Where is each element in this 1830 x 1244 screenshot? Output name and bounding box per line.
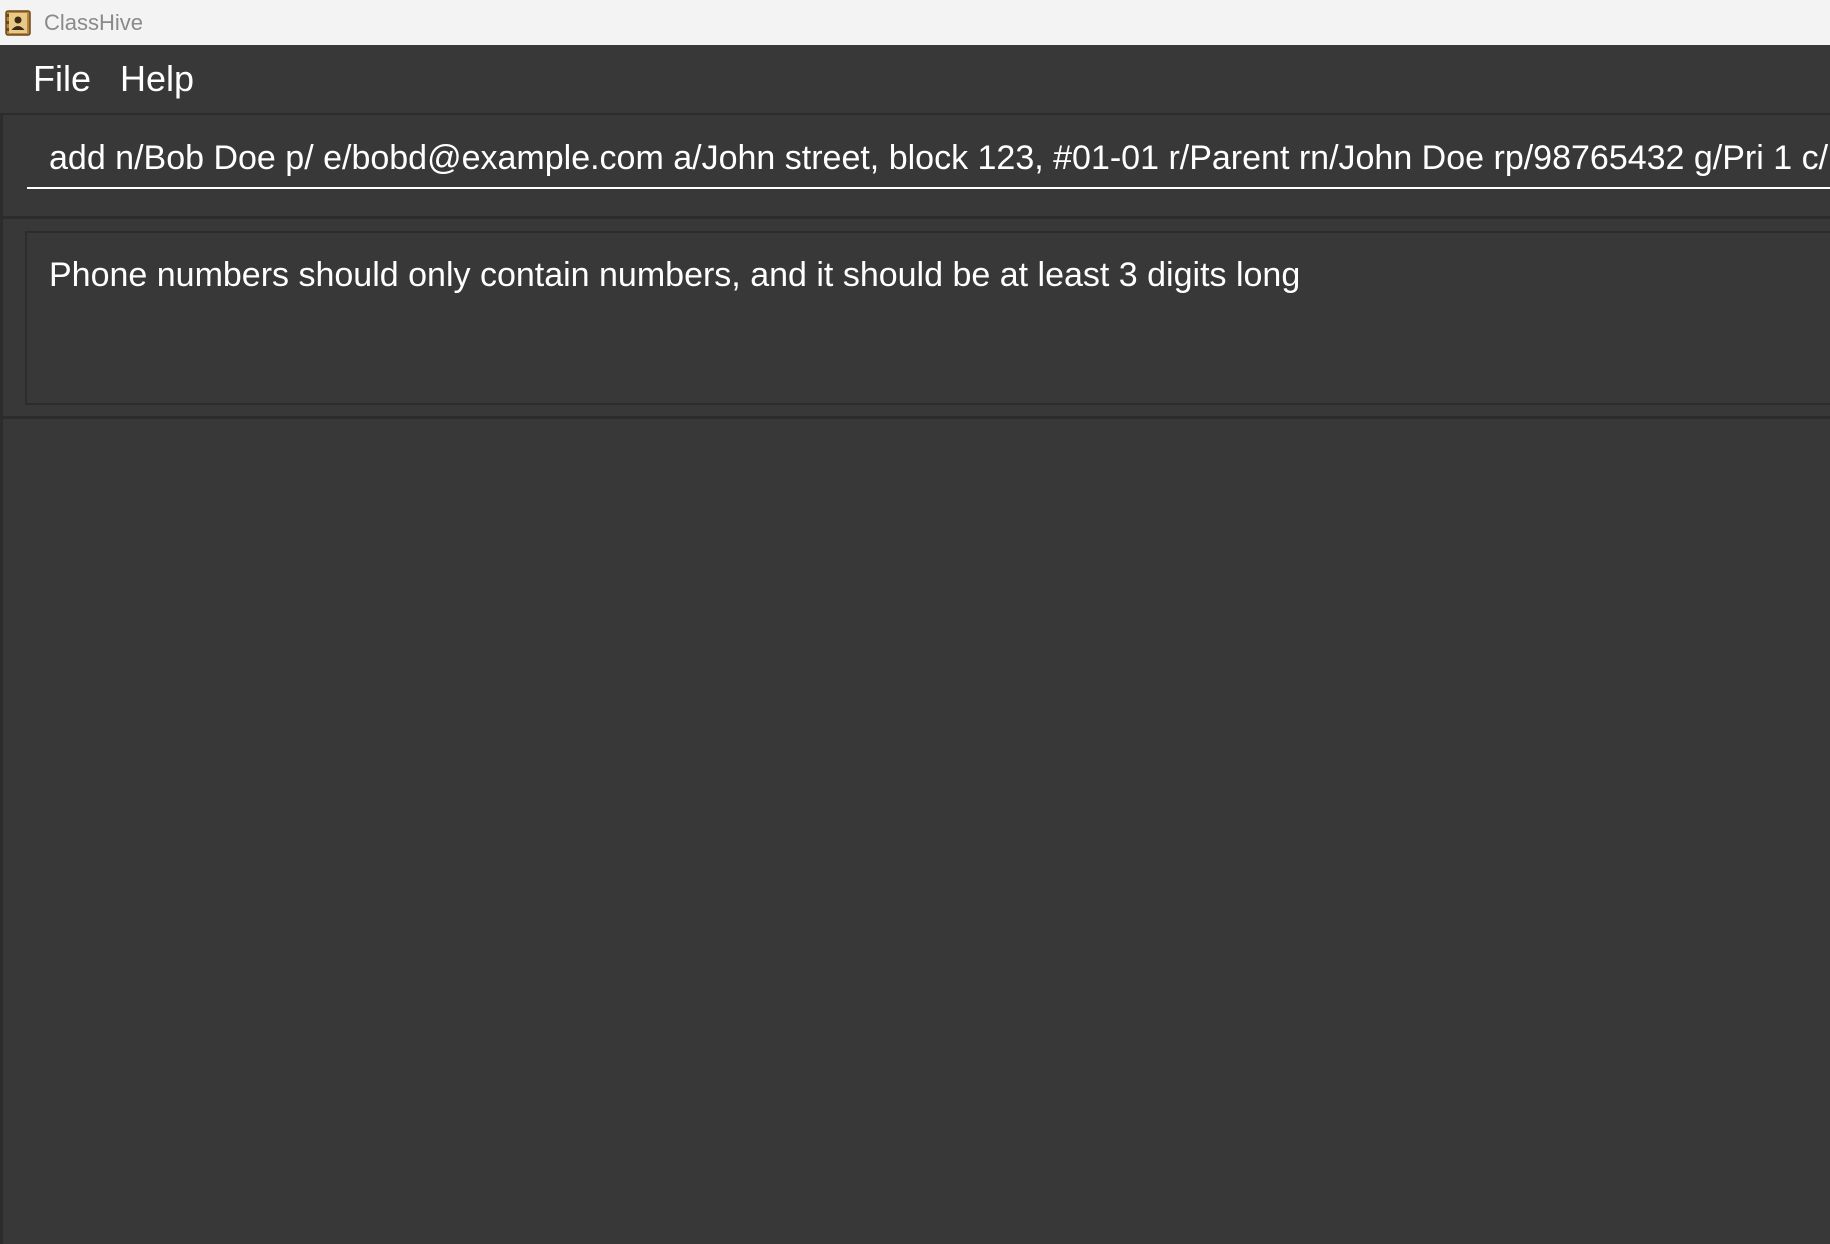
address-book-icon	[5, 10, 31, 36]
menu-bar: File Help	[0, 45, 1830, 115]
menu-file[interactable]: File	[27, 59, 97, 99]
contact-list-panel[interactable]	[0, 419, 1830, 1244]
command-box-panel	[0, 115, 1830, 219]
title-bar[interactable]: ClassHive	[0, 0, 1830, 45]
menu-help[interactable]: Help	[114, 59, 200, 99]
result-display[interactable]: Phone numbers should only contain number…	[25, 231, 1830, 405]
command-input[interactable]	[27, 129, 1830, 189]
result-display-panel: Phone numbers should only contain number…	[0, 219, 1830, 419]
result-message: Phone numbers should only contain number…	[49, 256, 1301, 294]
window-title: ClassHive	[44, 10, 144, 35]
app-window: ClassHive File Help Phone numbers should…	[0, 0, 1830, 1244]
